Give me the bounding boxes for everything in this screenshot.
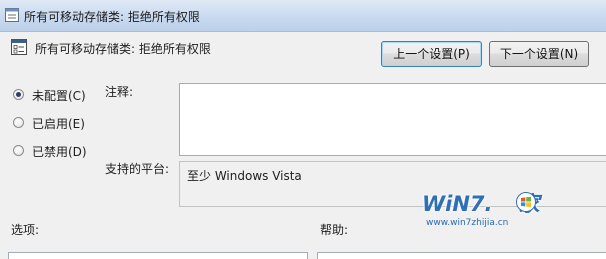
radio-label-enabled: 已启用(E) (32, 117, 85, 131)
supported-platform-value: 至少 Windows Vista (187, 169, 302, 183)
windows-logo-icon (516, 192, 536, 212)
watermark: WiN7.家 www.win7zhijia.cn (422, 188, 572, 236)
radio-label-not-configured: 未配置(C) (32, 89, 86, 103)
comment-label: 注释: (105, 85, 134, 99)
radio-button[interactable] (13, 117, 24, 128)
policy-setting-icon (11, 39, 27, 55)
next-setting-button[interactable]: 下一个设置(N) (489, 41, 589, 67)
previous-setting-button[interactable]: 上一个设置(P) (381, 41, 482, 67)
watermark-url: www.win7zhijia.cn (426, 218, 509, 228)
setting-title: 所有可移动存储类: 拒绝所有权限 (35, 42, 211, 56)
supported-platform-label: 支持的平台: (105, 162, 170, 176)
radio-button[interactable] (13, 145, 24, 156)
title-bar: 所有可移动存储类: 拒绝所有权限 (0, 0, 606, 32)
options-pane[interactable] (8, 252, 308, 259)
help-label: 帮助: (320, 223, 349, 237)
help-pane[interactable] (317, 252, 606, 259)
radio-button-selected[interactable] (13, 89, 24, 100)
watermark-brand-text: WiN7. (422, 192, 493, 216)
policy-settings-icon (5, 8, 19, 22)
comment-textarea[interactable] (179, 83, 606, 156)
window-title: 所有可移动存储类: 拒绝所有权限 (24, 10, 200, 24)
radio-label-disabled: 已禁用(D) (32, 145, 87, 159)
options-label: 选项: (11, 223, 40, 237)
